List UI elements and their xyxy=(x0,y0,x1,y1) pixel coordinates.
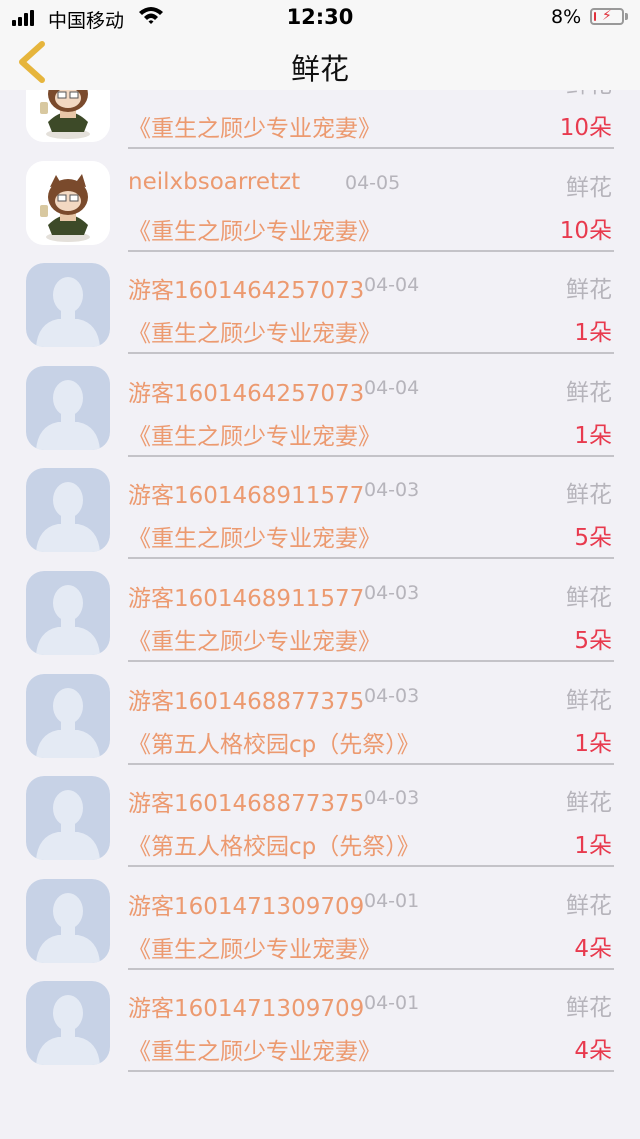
username: 游客1601471309709 xyxy=(128,996,365,1023)
gift-date: 04-01 xyxy=(364,889,420,912)
gift-date: 04-03 xyxy=(364,684,420,707)
avatar xyxy=(26,673,110,758)
username: 游客1601468911577 xyxy=(128,483,365,510)
gift-type: 鲜花 xyxy=(566,482,612,509)
gift-date: 04-03 xyxy=(364,581,420,604)
username: 游客1601468877375 xyxy=(128,791,365,818)
battery-tip xyxy=(625,13,628,20)
list-item[interactable]: neilxbsoarretzt04-05鲜花《重生之顾少专业宠妻》10朵 xyxy=(0,138,640,252)
avatar xyxy=(26,160,110,245)
list-item[interactable]: 游客1601468911577 04-03 鲜花 《重生之顾少专业宠妻》 5朵 xyxy=(0,445,640,560)
list-item[interactable]: 游客1601471309709 04-01 鲜花 《重生之顾少专业宠妻》 4朵 xyxy=(0,856,640,970)
avatar xyxy=(26,878,110,963)
gift-type: 鲜花 xyxy=(566,584,612,611)
username: 游客1601464257073 xyxy=(128,380,365,407)
gift-date: 04-04 xyxy=(364,376,420,399)
book-title[interactable]: 《重生之顾少专业宠妻》 xyxy=(128,1032,381,1066)
avatar xyxy=(26,365,110,450)
username: 游客1601468877375 xyxy=(128,688,365,715)
gift-type: 鲜花 xyxy=(566,277,612,304)
gift-date: 04-05 xyxy=(345,171,401,194)
list-item[interactable]: 游客1601464257073 04-04 鲜花 《重生之顾少专业宠妻》 1朵 xyxy=(0,343,640,457)
row-divider xyxy=(128,1070,614,1073)
gift-date: 04-04 xyxy=(364,274,420,297)
list-item[interactable]: 游客1601471309709 04-01 鲜花《重生之顾少专业宠妻》 4朵 xyxy=(0,958,640,1073)
list-item[interactable]: 游客1601468877375 04-03 鲜花 《第五人格校园cp（先祭）》 1朵 xyxy=(0,651,640,765)
avatar xyxy=(26,263,110,348)
charging-bolt-icon: ⚡ xyxy=(602,8,612,24)
battery-icon: ⚡ xyxy=(590,8,624,25)
clock: 12:30 xyxy=(286,5,354,29)
avatar xyxy=(26,468,110,553)
gift-type: 鲜花 xyxy=(566,379,612,406)
gift-date: 04-01 xyxy=(364,992,420,1015)
gift-type: 鲜花 xyxy=(566,790,612,817)
gift-type: 鲜花 xyxy=(566,892,612,919)
list-item[interactable]: 游客1601468911577 04-03 鲜花 《重生之顾少专业宠妻》 5朵 xyxy=(0,548,640,662)
username: 游客1601468911577 xyxy=(128,585,365,612)
avatar xyxy=(26,981,110,1066)
username: neilxbsoarretzt xyxy=(128,168,301,195)
gift-date: 04-03 xyxy=(364,787,420,810)
battery-percent: 8% xyxy=(551,6,582,28)
gift-type: 鲜花 xyxy=(566,687,612,714)
navigation-bar: 鲜花 xyxy=(0,34,640,90)
gift-date: 04-03 xyxy=(364,479,420,502)
username: 游客1601471309709 xyxy=(128,893,365,920)
avatar xyxy=(26,570,110,655)
gift-type: 鲜花 xyxy=(566,174,612,201)
list-item[interactable]: 游客1601464257073 04-04 鲜花 《重生之顾少专业宠妻》 1朵 xyxy=(0,240,640,355)
avatar xyxy=(26,776,110,861)
page-title: 鲜花 xyxy=(290,52,349,86)
flower-gift-list[interactable]: neilxbsoarretzt04-05鲜花《重生之顾少专业宠妻》10朵neil… xyxy=(0,35,640,1073)
gift-quantity: 4朵 xyxy=(574,1038,612,1065)
gift-type: 鲜花 xyxy=(566,995,612,1022)
username: 游客1601464257073 xyxy=(128,278,365,305)
status-bar: 中国移动 12:30 8% ⚡ xyxy=(0,0,640,34)
list-item[interactable]: 游客1601468877375 04-03 鲜花 《第五人格校园cp（先祭）》 1朵 xyxy=(0,753,640,868)
